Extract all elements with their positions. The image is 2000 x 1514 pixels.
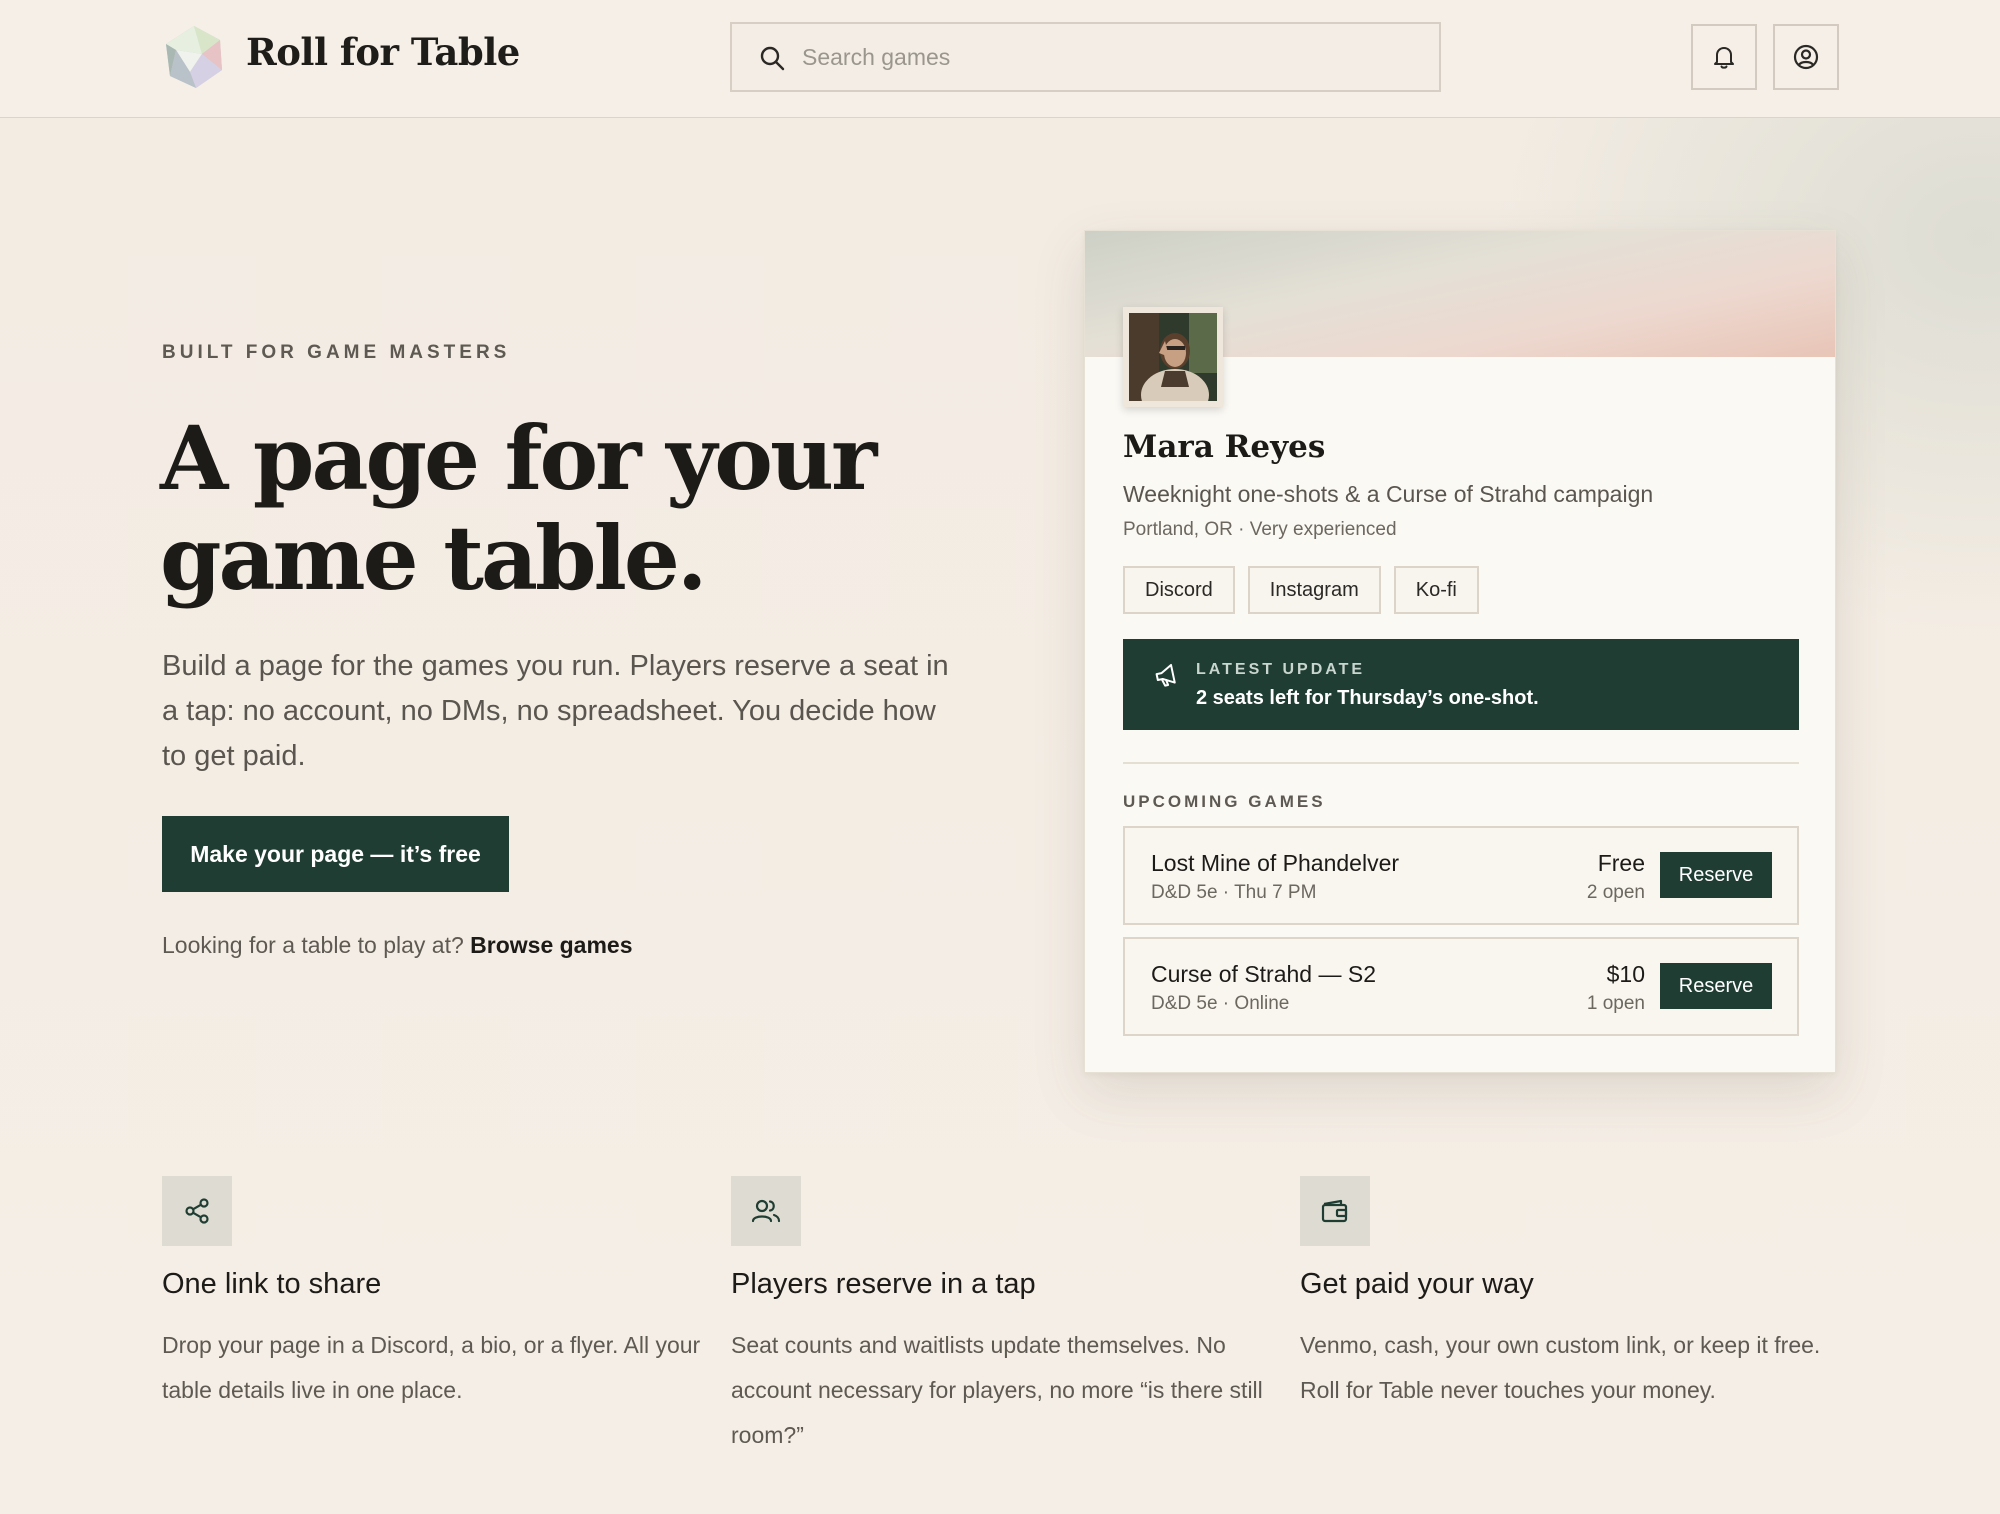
bell-icon	[1714, 47, 1734, 69]
hero-title: A page for your game table.	[160, 408, 1020, 608]
game-details: D&D 5e · Thu 7 PM	[1151, 882, 1317, 903]
gm-name: Mara Reyes	[1123, 429, 1326, 465]
user-circle-icon	[1793, 44, 1819, 70]
browse-prompt: Looking for a table to play at? Browse g…	[162, 932, 633, 959]
search-icon	[760, 46, 785, 71]
kofi-link[interactable]: Ko-fi	[1393, 566, 1479, 614]
game-row: Lost Mine of Phandelver D&D 5e · Thu 7 P…	[1123, 826, 1799, 925]
game-seats-open: 1 open	[1586, 993, 1645, 1014]
feature-icon-tile	[162, 1176, 232, 1246]
notifications-button[interactable]	[1691, 24, 1757, 90]
update-text: 2 seats left for Thursday’s one-shot.	[1196, 687, 1539, 709]
reserve-button[interactable]: Reserve	[1660, 852, 1772, 898]
social-links: Discord Instagram Ko-fi	[1123, 566, 1479, 614]
game-row: Curse of Strahd — S2 D&D 5e · Online $10…	[1123, 937, 1799, 1036]
game-details: D&D 5e · Online	[1151, 993, 1290, 1014]
hero-title-line-1: A page for your	[160, 406, 877, 510]
latest-update-banner: LATEST UPDATE 2 seats left for Thursday’…	[1123, 639, 1799, 730]
search-input[interactable]	[802, 24, 1422, 90]
hero-subtitle: Build a page for the games you run. Play…	[162, 650, 949, 772]
gm-profile-card: Mara Reyes Weeknight one-shots & a Curse…	[1084, 230, 1836, 1073]
feature-description: Drop your page in a Discord, a bio, or a…	[162, 1332, 701, 1403]
gm-meta: Portland, OR · Very experienced	[1123, 519, 1397, 540]
feature-title: Get paid your way	[1300, 1268, 1534, 1300]
browse-prompt-text: Looking for a table to play at?	[162, 932, 464, 958]
brand-name[interactable]: Roll for Table	[246, 30, 520, 74]
feature-title: One link to share	[162, 1268, 382, 1300]
game-price: Free	[1597, 850, 1645, 876]
feature-reserve: Players reserve in a tap Seat counts and…	[731, 1176, 1271, 1458]
reserve-button[interactable]: Reserve	[1660, 963, 1772, 1009]
users-icon	[751, 1199, 781, 1223]
game-title: Lost Mine of Phandelver	[1151, 850, 1400, 876]
feature-title: Players reserve in a tap	[731, 1268, 1036, 1300]
d20-logo-icon[interactable]	[162, 24, 226, 90]
feature-share: One link to share Drop your page in a Di…	[162, 1176, 702, 1413]
feature-description: Seat counts and waitlists update themsel…	[731, 1332, 1263, 1448]
make-page-button[interactable]: Make your page — it’s free	[162, 816, 509, 892]
avatar[interactable]	[1123, 307, 1223, 421]
game-price: $10	[1606, 961, 1645, 987]
search-bar[interactable]	[730, 22, 1441, 92]
discord-link[interactable]: Discord	[1123, 566, 1235, 614]
account-button[interactable]	[1773, 24, 1839, 90]
hero-eyebrow: BUILT FOR GAME MASTERS	[162, 342, 511, 363]
avatar-photo	[1129, 313, 1217, 421]
instagram-link[interactable]: Instagram	[1247, 566, 1381, 614]
top-header: Roll for Table	[0, 0, 2000, 118]
card-divider	[1123, 762, 1799, 764]
hero-title-line-2: game table.	[160, 506, 708, 610]
gm-tagline: Weeknight one-shots & a Curse of Strahd …	[1123, 481, 1654, 507]
feature-icon-tile	[1300, 1176, 1370, 1246]
megaphone-icon	[1155, 663, 1176, 687]
update-label: LATEST UPDATE	[1196, 661, 1366, 678]
feature-icon-tile	[731, 1176, 801, 1246]
share-icon	[185, 1198, 209, 1224]
game-title: Curse of Strahd — S2	[1151, 961, 1376, 987]
browse-games-link[interactable]: Browse games	[470, 932, 632, 958]
feature-description: Venmo, cash, your own custom link, or ke…	[1300, 1332, 1821, 1403]
feature-payment: Get paid your way Venmo, cash, your own …	[1300, 1176, 1840, 1413]
wallet-icon	[1321, 1199, 1348, 1223]
game-seats-open: 2 open	[1586, 882, 1645, 903]
upcoming-games-label: UPCOMING GAMES	[1123, 792, 1326, 811]
